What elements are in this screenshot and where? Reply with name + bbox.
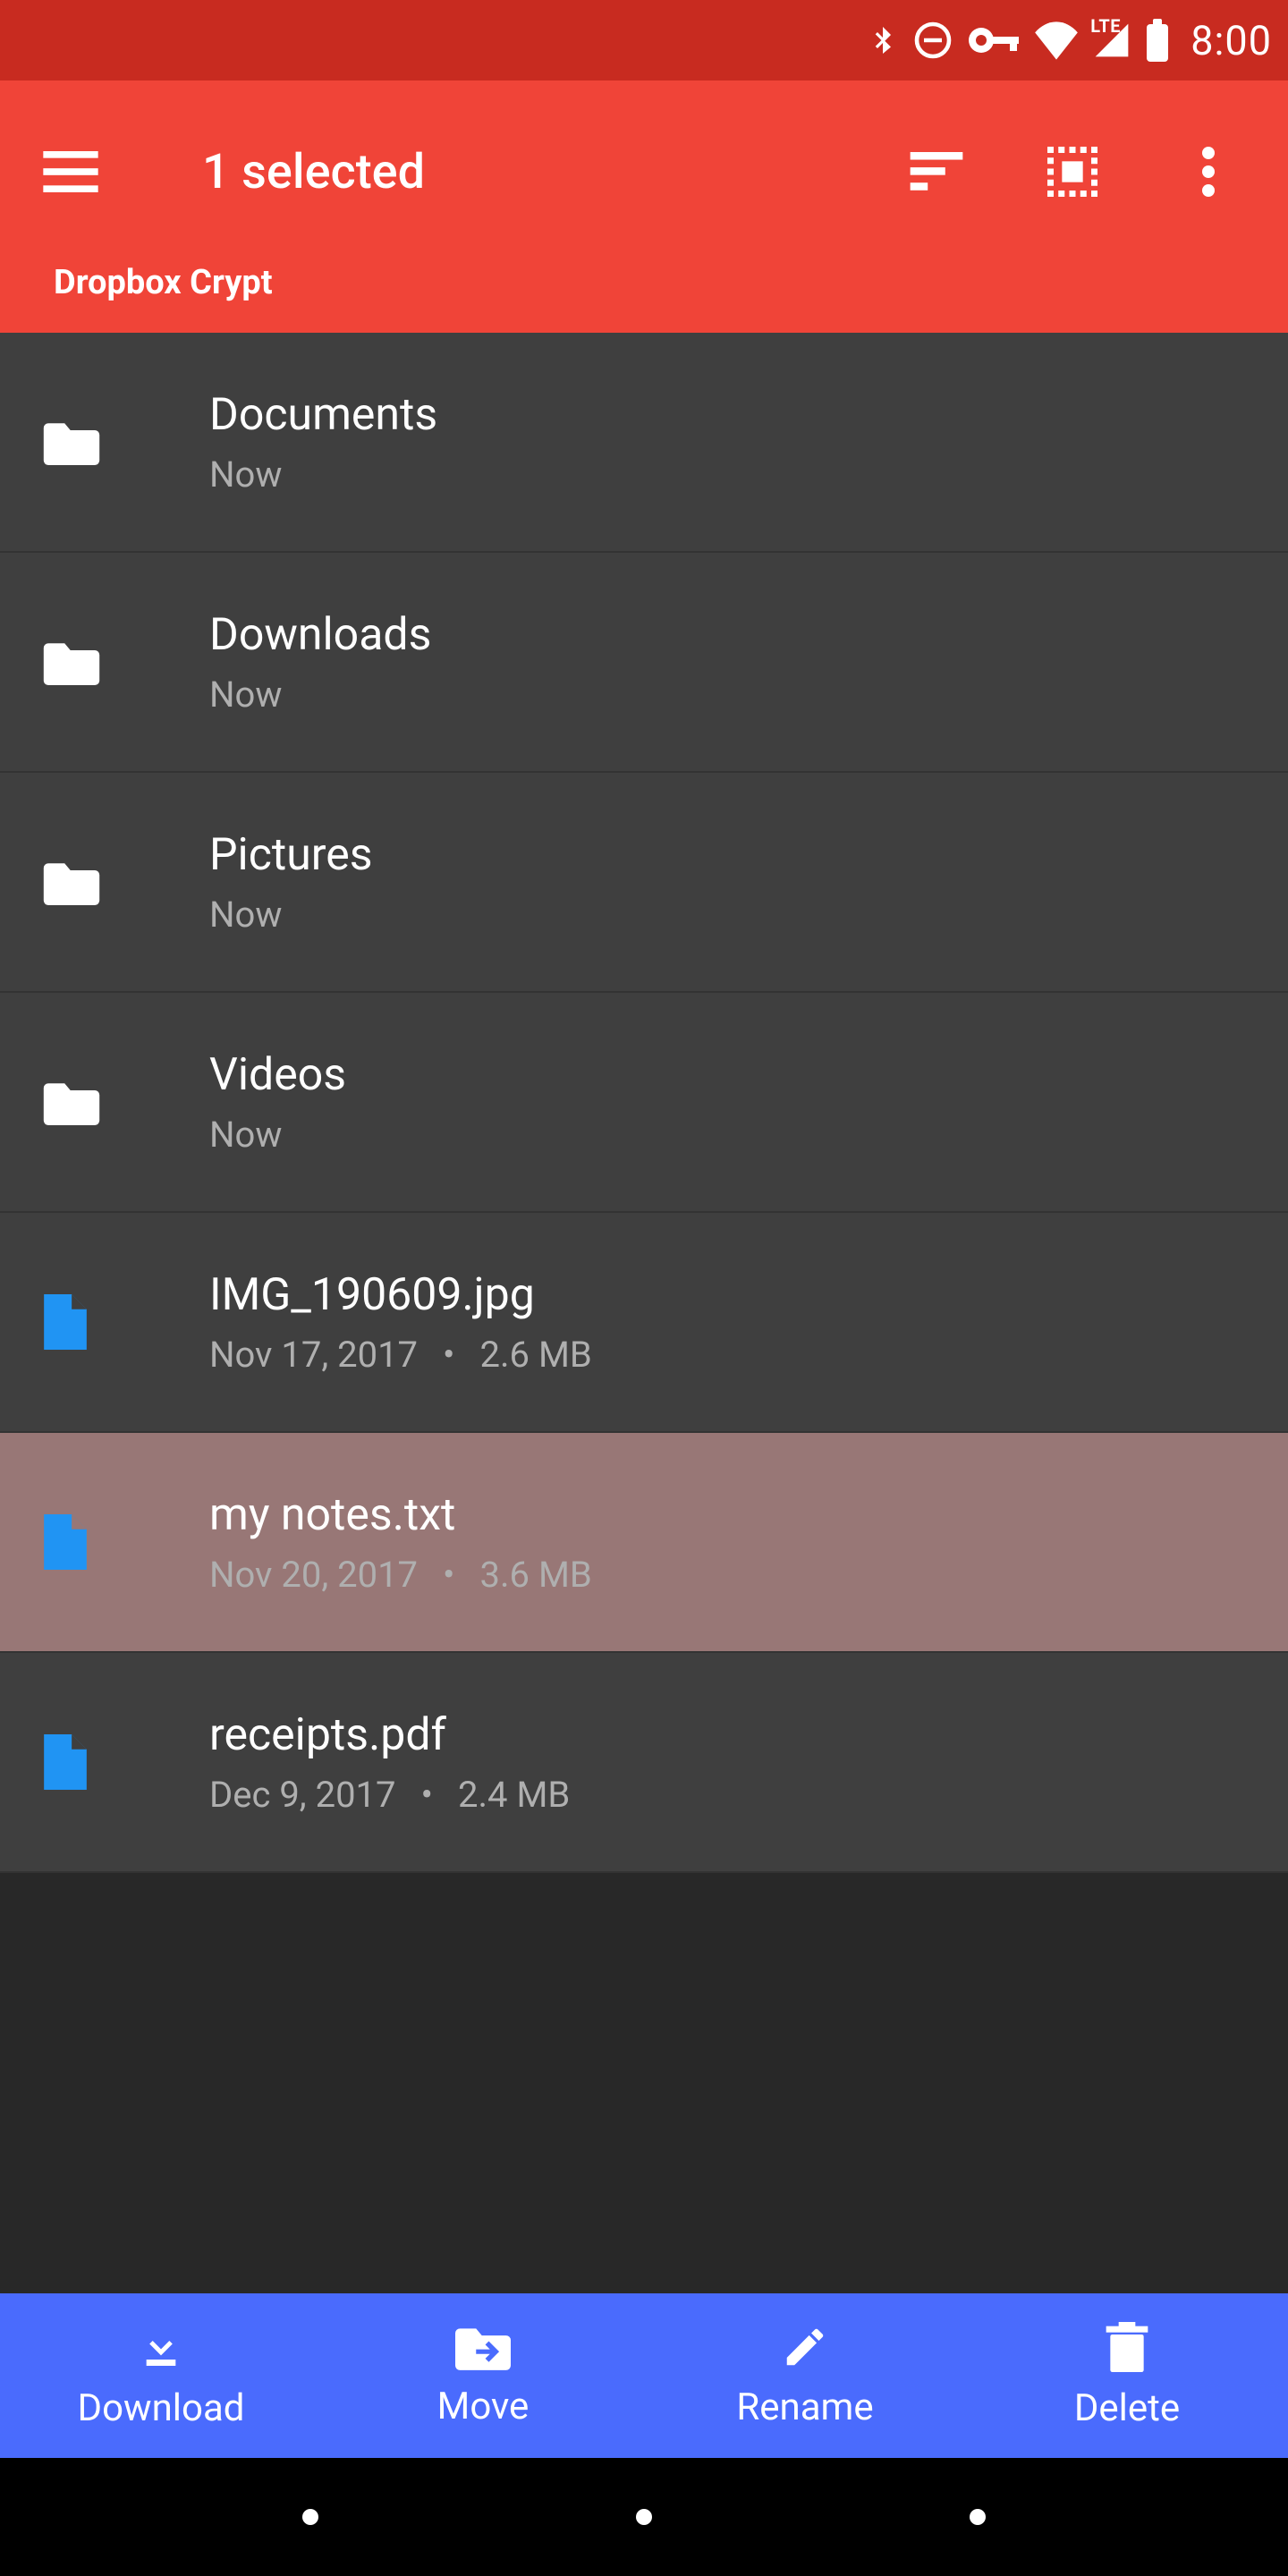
file-icon <box>43 1294 161 1350</box>
file-list: Documents Now Downloads Now Pictures Now… <box>0 333 1288 1873</box>
clock-label: 8:00 <box>1191 17 1272 64</box>
meta-separator: • <box>421 1774 434 1816</box>
rename-icon <box>781 2323 829 2375</box>
file-mynotes-row[interactable]: my notes.txt Nov 20, 2017 • 3.6 MB <box>0 1433 1288 1653</box>
folder-videos-row[interactable]: Videos Now <box>0 993 1288 1213</box>
download-icon <box>136 2322 186 2376</box>
action-label: Download <box>78 2386 245 2430</box>
lte-label: LTE <box>1090 15 1121 37</box>
selection-count-title: 1 selected <box>202 144 907 200</box>
item-date: Now <box>209 894 282 936</box>
system-nav-bar <box>0 2458 1288 2576</box>
item-name: Documents <box>209 389 437 441</box>
file-receipts-row[interactable]: receipts.pdf Dec 9, 2017 • 2.4 MB <box>0 1653 1288 1873</box>
sort-button[interactable] <box>907 142 966 201</box>
vpn-key-icon <box>967 22 1021 58</box>
item-date: Nov 20, 2017 <box>209 1554 418 1596</box>
folder-icon <box>43 639 161 685</box>
battery-icon <box>1144 19 1171 62</box>
dnd-icon <box>911 19 954 62</box>
action-label: Move <box>437 2385 530 2428</box>
action-label: Rename <box>736 2385 873 2429</box>
item-date: Now <box>209 674 282 716</box>
rename-button[interactable]: Rename <box>644 2293 966 2458</box>
item-date: Now <box>209 453 282 496</box>
move-icon <box>455 2324 511 2374</box>
item-name: IMG_190609.jpg <box>209 1269 592 1321</box>
delete-button[interactable]: Delete <box>966 2293 1288 2458</box>
meta-separator: • <box>443 1554 455 1596</box>
status-bar: LTE 8:00 <box>0 0 1288 80</box>
app-bar: 1 selected Dropbox Crypt <box>0 80 1288 333</box>
more-options-button[interactable] <box>1179 142 1238 201</box>
item-name: receipts.pdf <box>209 1709 570 1761</box>
item-date: Nov 17, 2017 <box>209 1334 418 1376</box>
file-icon <box>43 1514 161 1570</box>
action-label: Delete <box>1074 2386 1180 2430</box>
file-icon <box>43 1734 161 1790</box>
select-all-button[interactable] <box>1043 142 1102 201</box>
file-img-row[interactable]: IMG_190609.jpg Nov 17, 2017 • 2.6 MB <box>0 1213 1288 1433</box>
folder-documents-row[interactable]: Documents Now <box>0 333 1288 553</box>
hamburger-menu-button[interactable] <box>41 142 100 201</box>
nav-recents-button[interactable] <box>970 2509 986 2525</box>
move-button[interactable]: Move <box>322 2293 644 2458</box>
item-name: Pictures <box>209 829 373 881</box>
breadcrumb[interactable]: Dropbox Crypt <box>54 263 1234 302</box>
item-name: Videos <box>209 1049 346 1101</box>
folder-pictures-row[interactable]: Pictures Now <box>0 773 1288 993</box>
nav-back-button[interactable] <box>302 2509 318 2525</box>
download-button[interactable]: Download <box>0 2293 322 2458</box>
item-name: my notes.txt <box>209 1489 592 1541</box>
nav-home-button[interactable] <box>636 2509 652 2525</box>
folder-icon <box>43 1079 161 1125</box>
item-size: 2.4 MB <box>458 1774 570 1816</box>
item-size: 2.6 MB <box>480 1334 592 1376</box>
bluetooth-icon <box>867 17 899 64</box>
delete-icon <box>1106 2322 1148 2376</box>
meta-separator: • <box>443 1334 455 1376</box>
item-date: Now <box>209 1114 282 1156</box>
folder-icon <box>43 419 161 465</box>
wifi-icon <box>1033 21 1080 60</box>
action-bar: Download Move Rename Delete <box>0 2293 1288 2458</box>
folder-icon <box>43 859 161 905</box>
item-name: Downloads <box>209 609 431 661</box>
folder-downloads-row[interactable]: Downloads Now <box>0 553 1288 773</box>
item-date: Dec 9, 2017 <box>209 1774 396 1816</box>
cell-lte-icon: LTE <box>1092 21 1131 60</box>
item-size: 3.6 MB <box>480 1554 592 1596</box>
